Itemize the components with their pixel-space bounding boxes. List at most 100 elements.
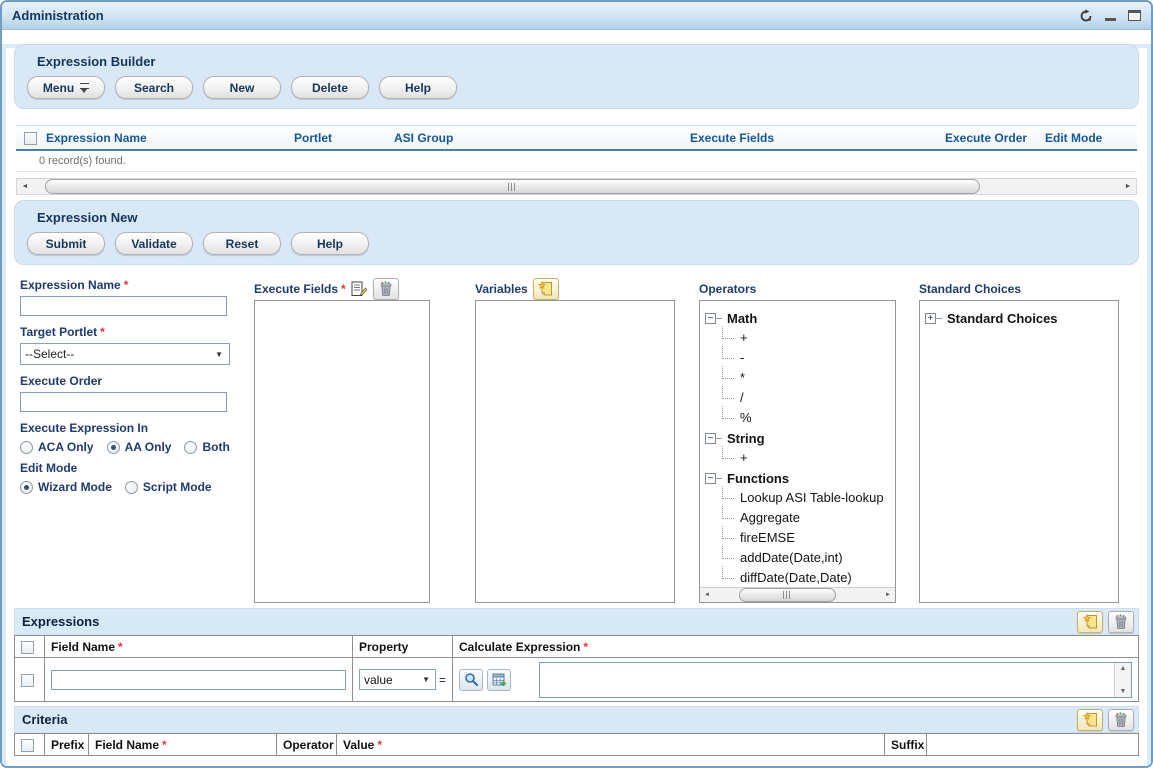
radio-button-icon[interactable] <box>125 481 138 494</box>
expressions-select-all-cell <box>15 636 45 658</box>
radio-button-icon[interactable] <box>20 441 33 454</box>
delete-expression-row-button[interactable] <box>1108 611 1134 633</box>
textarea-scrollbar[interactable]: ▲ ▼ <box>1114 663 1131 697</box>
menu-button[interactable]: Menu <box>27 76 105 99</box>
scrollbar-thumb[interactable] <box>739 588 836 602</box>
delete-button[interactable]: Delete <box>291 76 369 99</box>
expression-form-area: Expression Name* Target Portlet* --Selec… <box>20 278 1137 603</box>
row-select-checkbox[interactable] <box>21 674 34 687</box>
radio-button-icon[interactable] <box>184 441 197 454</box>
column-asi-group[interactable]: ASI Group <box>394 131 690 145</box>
select-all-checkbox[interactable] <box>24 132 37 145</box>
collapse-icon[interactable]: − <box>705 433 716 444</box>
expression-builder-button[interactable] <box>487 669 511 691</box>
delete-execute-field-button[interactable] <box>373 278 399 300</box>
operator-minus[interactable]: - <box>705 348 893 368</box>
operator-modulo[interactable]: % <box>705 408 893 428</box>
radio-aca-only[interactable]: ACA Only <box>20 440 94 454</box>
results-horizontal-scrollbar[interactable]: ◄ ► <box>16 178 1137 195</box>
radio-button-icon[interactable] <box>107 441 120 454</box>
scroll-down-arrow-icon[interactable]: ▼ <box>1120 688 1127 695</box>
new-note-icon <box>1083 712 1098 727</box>
expressions-select-all-checkbox[interactable] <box>21 641 34 654</box>
column-portlet[interactable]: Portlet <box>294 131 394 145</box>
help-button-2[interactable]: Help <box>291 232 369 255</box>
column-edit-mode[interactable]: Edit Mode <box>1045 131 1137 145</box>
target-portlet-select[interactable]: --Select-- ▼ <box>20 343 230 365</box>
collapse-icon[interactable]: − <box>705 313 716 324</box>
radio-wizard-mode[interactable]: Wizard Mode <box>20 480 112 494</box>
scrollbar-track[interactable] <box>714 588 881 602</box>
submit-button[interactable]: Submit <box>27 232 105 255</box>
tree-node-math[interactable]: − Math <box>705 308 893 328</box>
tree-node-string[interactable]: − String <box>705 428 893 448</box>
delete-criteria-row-button[interactable] <box>1108 709 1134 731</box>
criteria-section-actions <box>1077 709 1134 731</box>
expression-name-input[interactable] <box>20 296 227 316</box>
scroll-right-arrow-icon[interactable]: ► <box>1120 179 1136 194</box>
execute-order-input[interactable] <box>20 392 227 412</box>
radio-both[interactable]: Both <box>184 440 229 454</box>
trash-icon <box>1114 712 1128 727</box>
add-expression-row-button[interactable] <box>1077 611 1103 633</box>
prefix-column-header: Prefix <box>45 734 89 756</box>
scroll-left-arrow-icon[interactable]: ◄ <box>17 179 33 194</box>
scroll-up-arrow-icon[interactable]: ▲ <box>1120 665 1127 672</box>
column-execute-fields[interactable]: Execute Fields <box>690 131 945 145</box>
column-expression-name[interactable]: Expression Name <box>46 131 294 145</box>
value-header-text: Value <box>343 738 374 752</box>
empty-column-header <box>927 734 1139 756</box>
validate-button[interactable]: Validate <box>115 232 193 255</box>
field-name-input[interactable] <box>51 670 346 690</box>
expression-new-panel: Expression New Submit Validate Reset Hel… <box>14 200 1139 265</box>
minimize-button[interactable] <box>1105 11 1116 21</box>
radio-aa-only[interactable]: AA Only <box>107 440 172 454</box>
scrollbar-thumb[interactable] <box>45 179 980 194</box>
function-add-date[interactable]: addDate(Date,int) <box>705 548 893 568</box>
help-button[interactable]: Help <box>379 76 457 99</box>
function-aggregate[interactable]: Aggregate <box>705 508 893 528</box>
collapse-icon[interactable]: − <box>705 473 716 484</box>
tree-node-standard-choices[interactable]: + Standard Choices <box>925 308 1116 328</box>
operator-string-concat[interactable]: + <box>705 448 893 468</box>
tree-connector <box>716 478 722 479</box>
column-execute-order[interactable]: Execute Order <box>945 131 1045 145</box>
target-portlet-label-text: Target Portlet <box>20 325 97 339</box>
radio-script-mode[interactable]: Script Mode <box>125 480 212 494</box>
operators-label-row: Operators <box>699 278 896 299</box>
add-criteria-row-button[interactable] <box>1077 709 1103 731</box>
operator-divide[interactable]: / <box>705 388 893 408</box>
search-button[interactable]: Search <box>115 76 193 99</box>
function-fire-emse[interactable]: fireEMSE <box>705 528 893 548</box>
scroll-left-arrow-icon[interactable]: ◄ <box>700 588 714 602</box>
function-diff-date[interactable]: diffDate(Date,Date) <box>705 568 893 588</box>
reset-button[interactable]: Reset <box>203 232 281 255</box>
scroll-right-arrow-icon[interactable]: ► <box>881 588 895 602</box>
calculate-expression-column-header: Calculate Expression* <box>453 636 1139 658</box>
edit-fields-icon[interactable] <box>351 281 368 297</box>
refresh-icon[interactable] <box>1079 9 1093 23</box>
property-select[interactable]: value ▼ <box>359 669 436 690</box>
tree-node-functions[interactable]: − Functions <box>705 468 893 488</box>
execute-fields-listbox[interactable] <box>254 300 430 603</box>
target-portlet-selected-value: --Select-- <box>25 347 74 361</box>
operator-multiply[interactable]: * <box>705 368 893 388</box>
variables-listbox[interactable] <box>475 300 675 603</box>
expand-icon[interactable]: + <box>925 313 936 324</box>
operator-plus[interactable]: + <box>705 328 893 348</box>
add-variable-button[interactable] <box>533 278 559 300</box>
expressions-results-list: Expression Name Portlet ASI Group Execut… <box>16 125 1137 172</box>
tree-connector <box>716 318 722 319</box>
criteria-select-all-checkbox[interactable] <box>21 739 34 752</box>
radio-button-icon[interactable] <box>20 481 33 494</box>
row-select-cell <box>15 658 45 702</box>
radio-aca-only-label: ACA Only <box>38 440 94 454</box>
maximize-button[interactable] <box>1128 10 1141 21</box>
new-button[interactable]: New <box>203 76 281 99</box>
function-lookup-asi-table[interactable]: Lookup ASI Table-lookup <box>705 488 893 508</box>
operators-horizontal-scrollbar[interactable]: ◄ ► <box>700 587 895 602</box>
search-field-button[interactable] <box>459 669 483 691</box>
calculate-expression-value[interactable] <box>540 663 1114 697</box>
calculate-expression-textarea[interactable]: ▲ ▼ <box>539 662 1132 698</box>
scrollbar-track[interactable] <box>33 179 1120 194</box>
